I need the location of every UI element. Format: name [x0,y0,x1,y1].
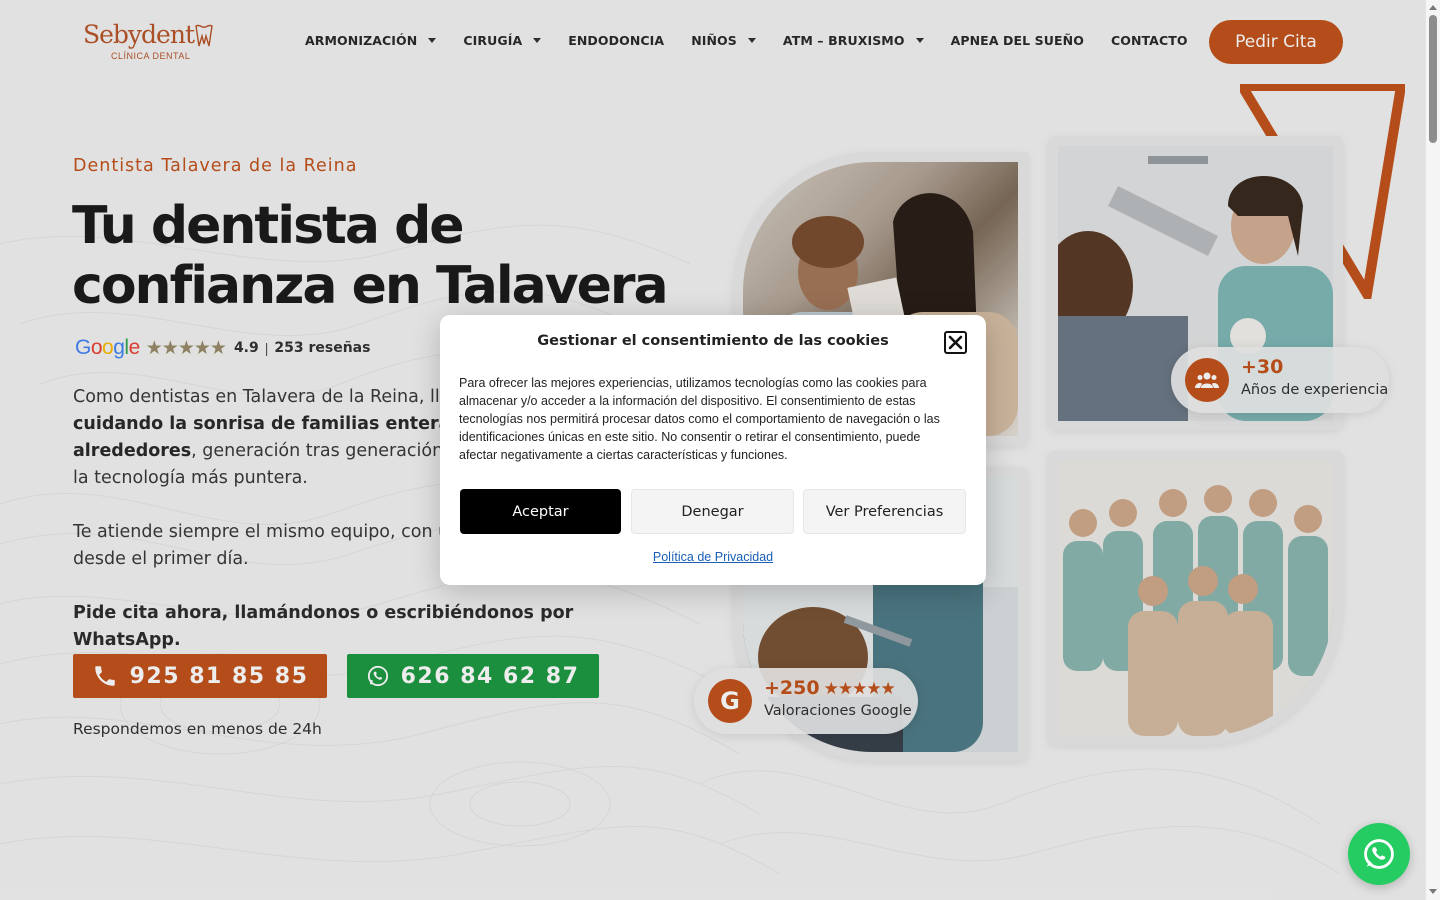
close-icon[interactable] [944,331,967,354]
page-scrollbar[interactable] [1425,0,1440,900]
accept-cookies-button[interactable]: Aceptar [460,489,621,534]
cookie-consent-modal: Gestionar el consentimiento de las cooki… [440,315,986,585]
whatsapp-float-button[interactable] [1348,823,1410,885]
view-preferences-button[interactable]: Ver Preferencias [803,489,966,534]
scrollbar-thumb[interactable] [1429,15,1437,143]
cookie-modal-body: Para ofrecer las mejores experiencias, u… [459,376,940,462]
privacy-policy-link[interactable]: Política de Privacidad [440,550,986,564]
whatsapp-icon [1364,839,1394,869]
scroll-up-arrow-icon[interactable] [1429,5,1437,10]
cookie-modal-title: Gestionar el consentimiento de las cooki… [537,333,889,349]
scroll-down-arrow-icon[interactable] [1429,889,1437,894]
deny-cookies-button[interactable]: Denegar [631,489,794,534]
